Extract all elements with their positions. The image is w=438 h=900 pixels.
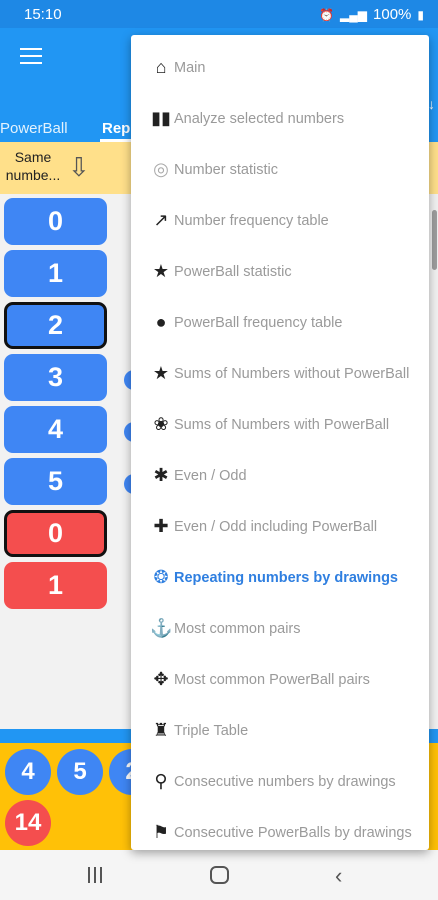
hamburger-menu-icon[interactable] [20, 48, 42, 66]
row-button-6[interactable]: 0 [4, 510, 107, 557]
trending-up-icon: ↗ [153, 210, 169, 230]
menu-item-even-odd-powerball[interactable]: ✚ Even / Odd including PowerBall [131, 501, 429, 552]
flag-icon: ⚑ [152, 822, 170, 842]
menu-item-common-pairs[interactable]: ⚓ Most common pairs [131, 603, 429, 654]
menu-item-label: Repeating numbers by drawings [174, 569, 398, 586]
menu-item-analyze[interactable]: ▮▮ Analyze selected numbers [131, 93, 429, 144]
menu-item-label: Number frequency table [174, 212, 329, 229]
menu-item-number-frequency[interactable]: ↗ Number frequency table [131, 195, 429, 246]
menu-item-consecutive-powerballs[interactable]: ⚑ Consecutive PowerBalls by drawings [131, 807, 429, 850]
alarm-icon: ⏰ [319, 7, 335, 22]
menu-item-powerball-statistic[interactable]: ★ PowerBall statistic [131, 246, 429, 297]
menu-item-label: Number statistic [174, 161, 278, 178]
ball: 4 [5, 749, 51, 795]
menu-item-sums-without-powerball[interactable]: ★ Sums of Numbers without PowerBall [131, 348, 429, 399]
menu-item-consecutive-numbers[interactable]: ⚲ Consecutive numbers by drawings [131, 756, 429, 807]
navigation-menu: ⌂ Main ▮▮ Analyze selected numbers ◎ Num… [131, 35, 429, 850]
menu-item-label: Triple Table [174, 722, 249, 739]
paw-icon: ❀ [153, 414, 169, 434]
menu-item-main[interactable]: ⌂ Main [131, 42, 429, 93]
powerball: 14 [5, 800, 51, 846]
menu-item-label: Sums of Numbers without PowerBall [174, 365, 410, 382]
menu-item-label: Consecutive numbers by drawings [174, 773, 396, 790]
menu-item-label: Most common PowerBall pairs [174, 671, 370, 688]
status-icons: ⏰ ▂▄▆ 100% ▮ [319, 6, 424, 23]
tab-powerball[interactable]: PowerBall [0, 120, 68, 137]
status-bar: 15:10 ⏰ ▂▄▆ 100% ▮ [0, 0, 438, 28]
anchor-icon: ⚓ [150, 618, 173, 638]
row-button-3[interactable]: 3 [4, 354, 107, 401]
home-icon: ⌂ [155, 57, 167, 77]
recent-apps-icon[interactable] [88, 867, 108, 883]
menu-item-label: PowerBall statistic [174, 263, 292, 280]
row-button-4[interactable]: 4 [4, 406, 107, 453]
menu-item-number-statistic[interactable]: ◎ Number statistic [131, 144, 429, 195]
bar-chart-icon: ▮▮ [151, 108, 171, 128]
menu-item-sums-with-powerball[interactable]: ❀ Sums of Numbers with PowerBall [131, 399, 429, 450]
scrollbar[interactable] [432, 210, 437, 270]
menu-item-repeating-numbers[interactable]: ❂ Repeating numbers by drawings [131, 552, 429, 603]
menu-item-label: Even / Odd including PowerBall [174, 518, 378, 535]
piggy-bank-icon: ● [155, 312, 167, 332]
back-icon[interactable]: ‹ [335, 863, 342, 889]
robot-arm-icon: ♜ [152, 720, 170, 740]
battery-percent: 100% [373, 6, 412, 23]
row-button-0[interactable]: 0 [4, 198, 107, 245]
status-time: 15:10 [24, 6, 62, 23]
right-edge-clip: ↓ [428, 96, 435, 112]
puzzle-icon: ✚ [153, 516, 169, 536]
home-icon[interactable] [210, 866, 229, 884]
bug-icon: ✱ [153, 465, 169, 485]
menu-item-common-powerball-pairs[interactable]: ✥ Most common PowerBall pairs [131, 654, 429, 705]
header-same-numbers[interactable]: Same numbe... [2, 148, 64, 184]
row-button-7[interactable]: 1 [4, 562, 107, 609]
battery-icon: ▮ [417, 7, 424, 22]
star-icon: ★ [152, 261, 170, 281]
signal-icon: ▂▄▆ [340, 7, 368, 22]
row-button-5[interactable]: 5 [4, 458, 107, 505]
menu-item-powerball-frequency[interactable]: ● PowerBall frequency table [131, 297, 429, 348]
menu-item-label: Sums of Numbers with PowerBall [174, 416, 390, 433]
menu-item-triple-table[interactable]: ♜ Triple Table [131, 705, 429, 756]
gamepad-icon: ✥ [153, 669, 169, 689]
ball: 5 [57, 749, 103, 795]
menu-item-label: Consecutive PowerBalls by drawings [174, 824, 412, 841]
menu-item-label: Most common pairs [174, 620, 301, 637]
menu-item-label: Main [174, 59, 206, 76]
menu-item-even-odd[interactable]: ✱ Even / Odd [131, 450, 429, 501]
row-button-2[interactable]: 2 [4, 302, 107, 349]
system-nav-bar: ‹ [0, 850, 438, 900]
scooter-icon: ⚲ [154, 771, 168, 791]
menu-item-label: Even / Odd [174, 467, 247, 484]
sort-arrow-icon[interactable]: ⇩ [68, 152, 90, 183]
brain-icon: ❂ [153, 567, 169, 587]
fingerprint-icon: ◎ [153, 159, 169, 179]
star-icon: ★ [152, 363, 170, 383]
row-button-1[interactable]: 1 [4, 250, 107, 297]
menu-item-label: Analyze selected numbers [174, 110, 345, 127]
menu-item-label: PowerBall frequency table [174, 314, 343, 331]
